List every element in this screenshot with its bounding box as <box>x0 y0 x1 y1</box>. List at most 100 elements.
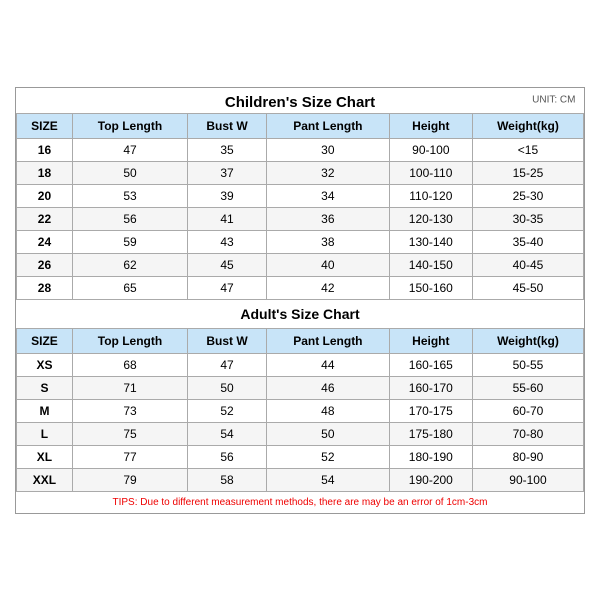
data-cell: 77 <box>72 445 187 468</box>
table-row: 1647353090-100<15 <box>17 138 584 161</box>
data-cell: 54 <box>266 468 389 491</box>
data-cell: 175-180 <box>389 422 472 445</box>
data-cell: 140-150 <box>389 253 472 276</box>
tips-text: TIPS: Due to different measurement metho… <box>17 491 584 513</box>
data-cell: 55-60 <box>472 376 583 399</box>
data-cell: 54 <box>188 422 267 445</box>
data-cell: 160-165 <box>389 353 472 376</box>
table-row: L755450175-18070-80 <box>17 422 584 445</box>
size-col: S <box>17 376 73 399</box>
size-chart-container: Children's Size Chart UNIT: CM SIZE Top … <box>15 87 585 514</box>
data-cell: 34 <box>266 184 389 207</box>
data-cell: 79 <box>72 468 187 491</box>
data-cell: 15-25 <box>472 161 583 184</box>
data-cell: 38 <box>266 230 389 253</box>
col-pant-length-adult: Pant Length <box>266 328 389 353</box>
data-cell: 60-70 <box>472 399 583 422</box>
data-cell: 47 <box>72 138 187 161</box>
data-cell: 52 <box>266 445 389 468</box>
data-cell: 43 <box>188 230 267 253</box>
size-col: 16 <box>17 138 73 161</box>
data-cell: 36 <box>266 207 389 230</box>
col-top-length: Top Length <box>72 113 187 138</box>
size-col: XXL <box>17 468 73 491</box>
data-cell: 45-50 <box>472 276 583 299</box>
table-row: 22564136120-13030-35 <box>17 207 584 230</box>
children-header-row: SIZE Top Length Bust W Pant Length Heigh… <box>17 113 584 138</box>
data-cell: 52 <box>188 399 267 422</box>
size-col: 28 <box>17 276 73 299</box>
data-cell: 71 <box>72 376 187 399</box>
size-col: 20 <box>17 184 73 207</box>
data-cell: <15 <box>472 138 583 161</box>
size-col: L <box>17 422 73 445</box>
data-cell: 110-120 <box>389 184 472 207</box>
col-weight-adult: Weight(kg) <box>472 328 583 353</box>
data-cell: 37 <box>188 161 267 184</box>
table-row: 26624540140-15040-45 <box>17 253 584 276</box>
data-cell: 70-80 <box>472 422 583 445</box>
tips-section: TIPS: Due to different measurement metho… <box>17 491 584 513</box>
data-cell: 41 <box>188 207 267 230</box>
data-cell: 42 <box>266 276 389 299</box>
data-cell: 32 <box>266 161 389 184</box>
adult-title-row: Adult's Size Chart <box>17 299 584 328</box>
data-cell: 44 <box>266 353 389 376</box>
data-cell: 39 <box>188 184 267 207</box>
adult-section: Adult's Size Chart SIZE Top Length Bust … <box>17 299 584 353</box>
col-weight: Weight(kg) <box>472 113 583 138</box>
table-row: M735248170-17560-70 <box>17 399 584 422</box>
data-cell: 73 <box>72 399 187 422</box>
data-cell: 53 <box>72 184 187 207</box>
data-cell: 90-100 <box>389 138 472 161</box>
data-cell: 180-190 <box>389 445 472 468</box>
col-pant-length: Pant Length <box>266 113 389 138</box>
size-col: XS <box>17 353 73 376</box>
table-row: 18503732100-11015-25 <box>17 161 584 184</box>
data-cell: 170-175 <box>389 399 472 422</box>
size-col: 22 <box>17 207 73 230</box>
table-row: 28654742150-16045-50 <box>17 276 584 299</box>
data-cell: 40 <box>266 253 389 276</box>
data-cell: 68 <box>72 353 187 376</box>
data-cell: 50 <box>72 161 187 184</box>
unit-label: UNIT: CM <box>532 95 575 106</box>
data-cell: 120-130 <box>389 207 472 230</box>
data-cell: 160-170 <box>389 376 472 399</box>
data-cell: 80-90 <box>472 445 583 468</box>
data-cell: 40-45 <box>472 253 583 276</box>
data-cell: 50 <box>266 422 389 445</box>
data-cell: 65 <box>72 276 187 299</box>
data-cell: 130-140 <box>389 230 472 253</box>
table-row: XS684744160-16550-55 <box>17 353 584 376</box>
size-col: M <box>17 399 73 422</box>
data-cell: 47 <box>188 276 267 299</box>
children-title-row: Children's Size Chart UNIT: CM <box>17 88 584 113</box>
data-cell: 59 <box>72 230 187 253</box>
data-cell: 58 <box>188 468 267 491</box>
table-row: XL775652180-19080-90 <box>17 445 584 468</box>
data-cell: 45 <box>188 253 267 276</box>
col-size-adult: SIZE <box>17 328 73 353</box>
data-cell: 30-35 <box>472 207 583 230</box>
data-cell: 190-200 <box>389 468 472 491</box>
data-cell: 48 <box>266 399 389 422</box>
adult-header-row: SIZE Top Length Bust W Pant Length Heigh… <box>17 328 584 353</box>
table-row: 24594338130-14035-40 <box>17 230 584 253</box>
data-cell: 100-110 <box>389 161 472 184</box>
col-size: SIZE <box>17 113 73 138</box>
col-top-length-adult: Top Length <box>72 328 187 353</box>
adult-chart-title: Adult's Size Chart <box>17 299 584 328</box>
size-col: 24 <box>17 230 73 253</box>
col-bust-w-adult: Bust W <box>188 328 267 353</box>
data-cell: 46 <box>266 376 389 399</box>
children-chart-title: Children's Size Chart <box>225 94 375 111</box>
data-cell: 90-100 <box>472 468 583 491</box>
size-col: 26 <box>17 253 73 276</box>
size-col: 18 <box>17 161 73 184</box>
size-col: XL <box>17 445 73 468</box>
data-cell: 30 <box>266 138 389 161</box>
data-cell: 25-30 <box>472 184 583 207</box>
table-row: S715046160-17055-60 <box>17 376 584 399</box>
data-cell: 150-160 <box>389 276 472 299</box>
